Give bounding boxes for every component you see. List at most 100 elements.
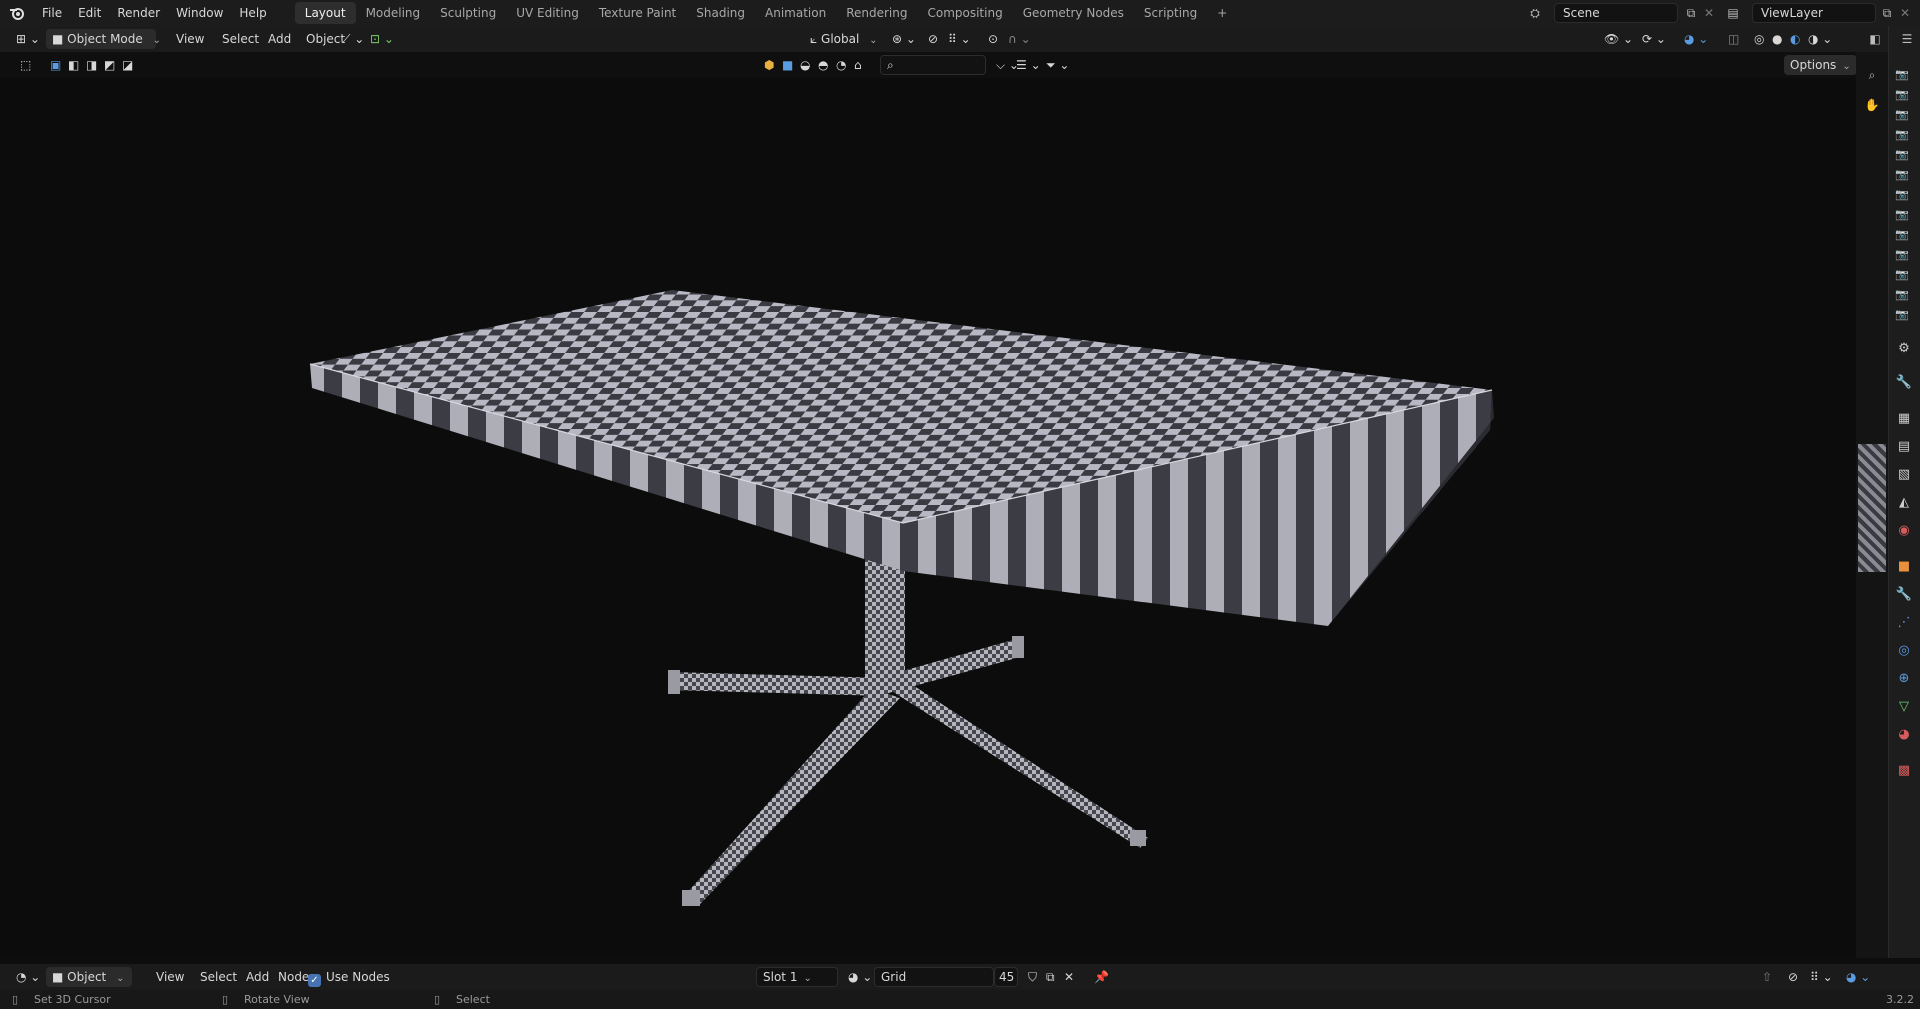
physics-properties-icon[interactable]: ◎ (1895, 642, 1913, 660)
render-properties-icon[interactable]: ▦ (1895, 410, 1913, 428)
xray-icon[interactable]: ◫ (1722, 29, 1745, 49)
gizmo-icon[interactable]: ⟳ ⌄ (1636, 29, 1672, 49)
view-layer-properties-icon[interactable]: ▧ (1895, 466, 1913, 484)
tab-animation[interactable]: Animation (755, 2, 836, 24)
camera-icon[interactable]: 📷 (1894, 288, 1910, 302)
menu-select[interactable]: Select (216, 29, 265, 49)
camera-icon[interactable]: 📷 (1894, 68, 1910, 82)
particles-properties-icon[interactable]: ⋰ (1895, 614, 1913, 632)
tab-rendering[interactable]: Rendering (836, 2, 917, 24)
tab-compositing[interactable]: Compositing (917, 2, 1012, 24)
properties-editor-icon[interactable]: ⚙ (1895, 340, 1913, 358)
parent-node-tree-icon[interactable]: ⇧ (1756, 967, 1778, 987)
camera-icon[interactable]: 📷 (1894, 108, 1910, 122)
snap-target-icon[interactable]: ⊡ ⌄ (364, 29, 400, 49)
new-scene-icon[interactable]: ⧉ (1682, 4, 1700, 22)
snap-node-icon[interactable]: ⊘ (1782, 967, 1804, 987)
falloff-icon[interactable]: ∩ ⌄ (1002, 29, 1037, 49)
material-users-count[interactable]: 45 (994, 967, 1018, 987)
snap-toggle-icon[interactable]: ⊘ (922, 29, 944, 49)
scene-icon[interactable]: ⛭ (1526, 4, 1544, 22)
select-mode-intersect-icon[interactable]: ◪ (116, 55, 139, 75)
texture-properties-icon[interactable]: ▩ (1895, 762, 1913, 780)
menu-help[interactable]: Help (231, 0, 274, 26)
menu-file[interactable]: File (34, 0, 70, 26)
tool-properties-icon[interactable]: 🔧 (1895, 374, 1913, 392)
camera-icon[interactable]: 📷 (1894, 308, 1910, 322)
options-dropdown[interactable]: Options (1784, 55, 1857, 75)
camera-icon[interactable]: 📷 (1894, 168, 1910, 182)
camera-icon[interactable]: 📷 (1894, 208, 1910, 222)
visibility-icon[interactable]: 👁 ⌄ (1598, 29, 1639, 49)
data-properties-icon[interactable]: ▽ (1895, 698, 1913, 716)
node-overlays-icon[interactable]: ◕ ⌄ (1840, 967, 1876, 987)
tab-geometry-nodes[interactable]: Geometry Nodes (1013, 2, 1134, 24)
select-tool-icon[interactable]: ⬚ (14, 55, 37, 75)
tab-scripting[interactable]: Scripting (1134, 2, 1207, 24)
tab-layout[interactable]: Layout (294, 2, 356, 24)
toggle-sidebar-icon[interactable]: ◧ (1866, 30, 1884, 48)
add-workspace-button[interactable]: + (1207, 2, 1237, 24)
new-view-layer-icon[interactable]: ⧉ (1878, 4, 1896, 22)
camera-icon[interactable]: 📷 (1894, 88, 1910, 102)
proportional-editing-icon[interactable]: ⊙ (982, 29, 1004, 49)
top-bar: File Edit Render Window Help Layout Mode… (0, 0, 1920, 26)
delete-scene-icon[interactable]: ✕ (1700, 4, 1718, 22)
menu-window[interactable]: Window (168, 0, 231, 26)
menu-edit[interactable]: Edit (70, 0, 109, 26)
rendered-shading-icon[interactable]: ◑ ⌄ (1802, 29, 1838, 49)
tab-shading[interactable]: Shading (686, 2, 755, 24)
material-properties-icon[interactable]: ◕ (1895, 726, 1913, 744)
overlays-icon[interactable]: ◕ ⌄ (1678, 29, 1714, 49)
camera-icon[interactable]: 📷 (1894, 188, 1910, 202)
pivot-point-icon[interactable]: ⊛ ⌄ (886, 29, 922, 49)
camera-icon[interactable]: 📷 (1894, 228, 1910, 242)
slot-selector[interactable]: Slot 1 (756, 967, 838, 987)
modifier-properties-icon[interactable]: 🔧 (1895, 586, 1913, 604)
outliner-icon[interactable]: ☰ (1898, 30, 1916, 48)
world-properties-icon[interactable]: ◉ (1895, 522, 1913, 540)
tab-uv-editing[interactable]: UV Editing (506, 2, 589, 24)
snap-node-type-icon[interactable]: ⠿ ⌄ (1804, 967, 1839, 987)
view-layer-selector[interactable]: ViewLayer (1752, 3, 1876, 23)
camera-icon[interactable]: 📷 (1894, 128, 1910, 142)
blender-logo-icon[interactable] (0, 0, 34, 26)
menu-view[interactable]: View (170, 29, 210, 49)
object-properties-icon[interactable]: ■ (1895, 558, 1913, 576)
pan-hand-icon[interactable]: ✋ (1863, 96, 1881, 114)
footer-menu-view[interactable]: View (150, 967, 190, 987)
menu-render[interactable]: Render (109, 0, 168, 26)
shader-type-selector[interactable]: ■ Object (46, 967, 132, 987)
tab-texture-paint[interactable]: Texture Paint (589, 2, 686, 24)
unlink-material-icon[interactable]: ✕ (1058, 967, 1080, 987)
zoom-icon[interactable]: ⌕ (1863, 66, 1881, 84)
tab-modeling[interactable]: Modeling (356, 2, 431, 24)
delete-view-layer-icon[interactable]: ✕ (1896, 4, 1914, 22)
mode-selector[interactable]: ■ Object Mode (46, 29, 156, 49)
camera-icon[interactable]: 📷 (1894, 268, 1910, 282)
camera-icon[interactable]: 📷 (1894, 148, 1910, 162)
constraints-properties-icon[interactable]: ⊕ (1895, 670, 1913, 688)
editor-type-icon[interactable]: ⊞ ⌄ (10, 29, 46, 49)
scene-selector[interactable]: Scene (1554, 3, 1678, 23)
scene-properties-icon[interactable]: ◭ (1895, 494, 1913, 512)
pin-icon[interactable]: 📌 (1088, 967, 1115, 987)
transform-orientation-selector[interactable]: ⟀ Global (804, 29, 884, 49)
view-layer-icon[interactable]: ▤ (1724, 4, 1742, 22)
editor-type-icon[interactable]: ◔ ⌄ (10, 967, 46, 987)
material-name-field[interactable]: Grid (874, 967, 994, 987)
checkmark-icon: ✓ (308, 974, 321, 987)
tab-sculpting[interactable]: Sculpting (430, 2, 506, 24)
material-browse-icon[interactable]: ◕ ⌄ (842, 967, 878, 987)
snap-increment-icon[interactable]: ⠿ ⌄ (942, 29, 977, 49)
use-nodes-checkbox[interactable]: ✓ Use Nodes (302, 967, 396, 987)
filter-icon[interactable]: ⏷ ⌄ (1040, 55, 1075, 75)
footer-menu-add[interactable]: Add (240, 967, 275, 987)
camera-icon[interactable]: 📷 (1894, 248, 1910, 262)
footer-menu-select[interactable]: Select (194, 967, 243, 987)
search-field[interactable]: ⌕ (880, 55, 986, 75)
menu-add[interactable]: Add (262, 29, 297, 49)
filter-text-icon[interactable]: ⌂ (848, 55, 868, 75)
3d-viewport[interactable] (0, 78, 1856, 958)
output-properties-icon[interactable]: ▤ (1895, 438, 1913, 456)
